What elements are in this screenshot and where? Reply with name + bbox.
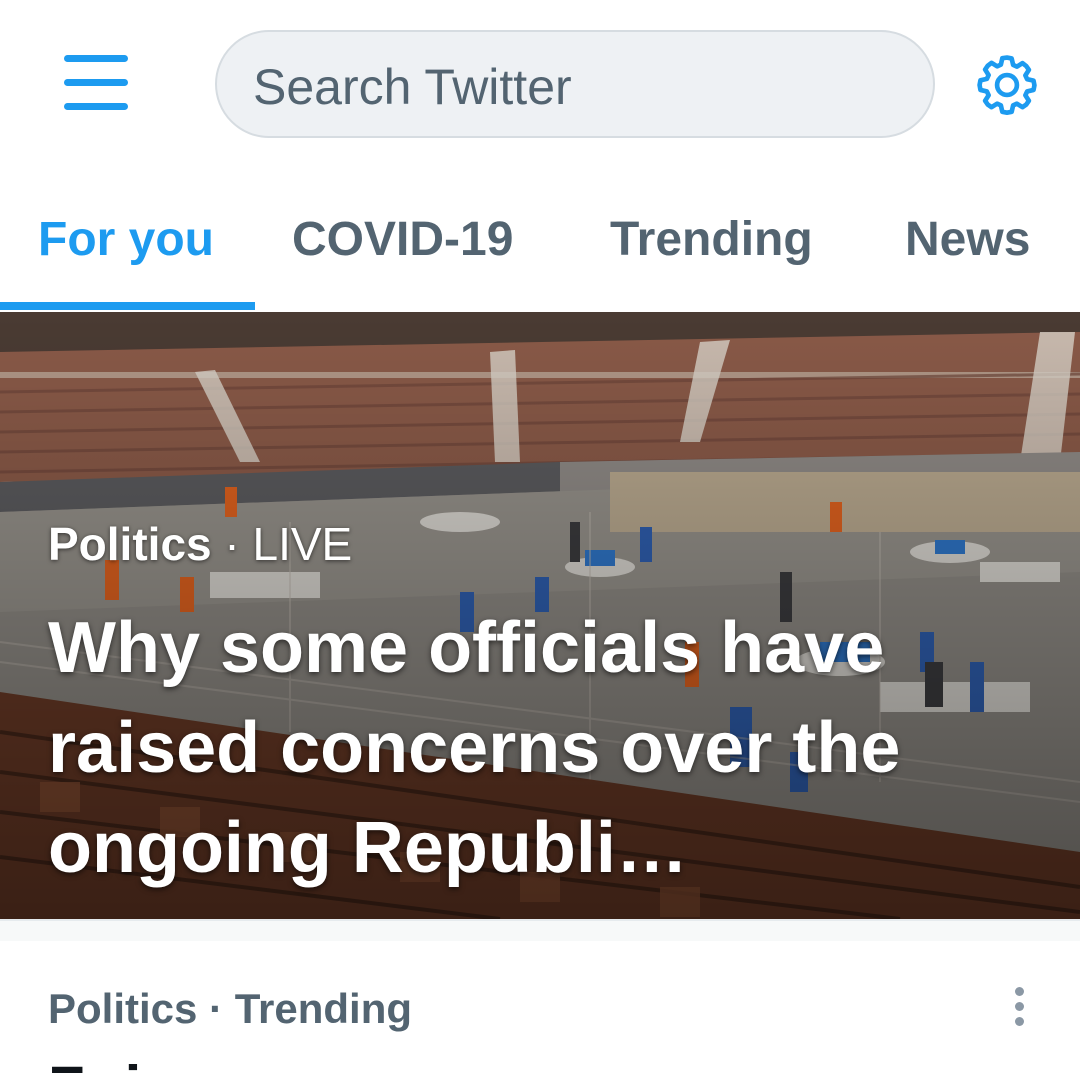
trend-item[interactable]: Politics · Trending Fr i [0, 941, 1080, 1073]
search-input[interactable]: Search Twitter [215, 30, 935, 138]
explore-tabs: For you COVID-19 Trending News [0, 160, 1080, 312]
hero-headline[interactable]: Why some officials have raised concerns … [48, 598, 1048, 898]
more-vertical-icon[interactable] [1005, 985, 1035, 1029]
hero-separator: · [211, 518, 253, 570]
section-divider [0, 919, 1080, 941]
hero-meta: Politics · LIVE [48, 517, 352, 571]
tab-covid-19[interactable]: COVID-19 [292, 212, 513, 267]
gear-icon[interactable] [972, 50, 1042, 120]
hamburger-menu-icon[interactable] [60, 52, 132, 116]
active-tab-indicator [0, 302, 255, 310]
tab-trending[interactable]: Trending [610, 212, 813, 267]
hero-live-status: LIVE [252, 518, 353, 570]
top-bar: Search Twitter [0, 0, 1080, 160]
hero-story-card[interactable]: Politics · LIVE Why some officials have … [0, 312, 1080, 919]
tab-news[interactable]: News [905, 212, 1030, 267]
tab-for-you[interactable]: For you [38, 212, 214, 267]
search-placeholder: Search Twitter [253, 59, 572, 115]
trend-meta: Politics · Trending [48, 985, 413, 1032]
hero-category: Politics [48, 518, 212, 570]
trend-title: Fr i [48, 1053, 141, 1073]
